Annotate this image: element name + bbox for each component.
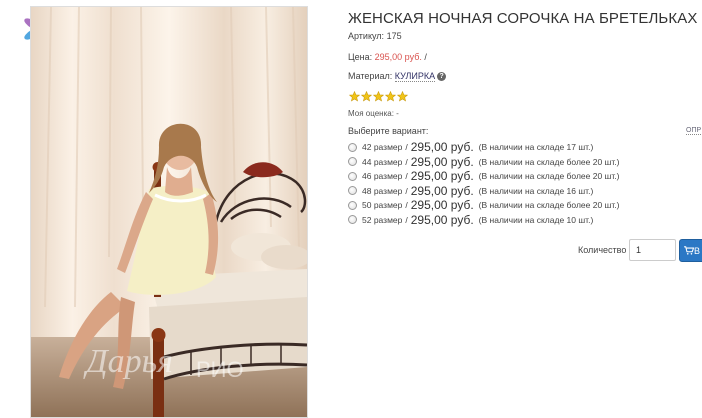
variant-price: 295,00 руб. [410, 212, 474, 227]
price-label: Цена: [348, 52, 373, 62]
buy-button[interactable]: В [679, 239, 702, 262]
variant-price: 295,00 руб. [410, 198, 474, 213]
product-photo[interactable]: Дарья РИО [30, 6, 308, 418]
variant-price: 295,00 руб. [410, 183, 474, 198]
star-icon[interactable] [397, 91, 408, 102]
quantity-label: Количество [578, 245, 627, 255]
variant-option[interactable]: 46 размер / 295,00 руб. (В наличии на ск… [348, 169, 620, 184]
variant-separator: / [405, 214, 408, 225]
variant-price: 295,00 руб. [410, 140, 474, 155]
cart-icon [684, 246, 694, 255]
size-table-link[interactable]: ОПР [686, 127, 702, 135]
variant-radio[interactable] [348, 142, 357, 152]
rating-stars[interactable] [349, 91, 408, 102]
variant-stock: (В наличии на складе 16 шт.) [478, 185, 594, 196]
variant-size: 50 размер [362, 200, 403, 211]
variant-stock: (В наличии на складе 10 шт.) [478, 214, 594, 225]
price-row: Цена: 295,00 руб. / [348, 52, 427, 62]
variant-price: 295,00 руб. [410, 154, 474, 169]
variant-option[interactable]: 42 размер / 295,00 руб. (В наличии на ск… [348, 140, 620, 155]
help-icon[interactable]: ? [437, 72, 447, 82]
buy-button-label: В [694, 245, 701, 256]
variant-price: 295,00 руб. [410, 169, 474, 184]
variant-option[interactable]: 50 размер / 295,00 руб. (В наличии на ск… [348, 198, 620, 213]
variant-stock: (В наличии на складе более 20 шт.) [478, 171, 620, 182]
variant-separator: / [405, 185, 408, 196]
variant-separator: / [405, 171, 408, 182]
my-rating: Моя оценка: - [348, 109, 399, 118]
variant-option[interactable]: 52 размер / 295,00 руб. (В наличии на ск… [348, 213, 620, 228]
variant-size: 48 размер [362, 185, 403, 196]
svg-text:РИО: РИО [196, 357, 244, 382]
variant-separator: / [405, 200, 408, 211]
article-value: 175 [386, 31, 402, 41]
article-label: Артикул: [348, 31, 385, 41]
price-suffix: / [424, 52, 427, 62]
star-icon[interactable] [373, 91, 384, 102]
variant-size: 46 размер [362, 171, 403, 182]
variant-size: 52 размер [362, 214, 403, 225]
star-icon[interactable] [361, 91, 372, 102]
variant-list: 42 размер / 295,00 руб. (В наличии на ск… [348, 140, 620, 227]
choose-variant-label: Выберите вариант: [348, 126, 429, 136]
variant-stock: (В наличии на складе 17 шт.) [478, 142, 594, 153]
variant-option[interactable]: 48 размер / 295,00 руб. (В наличии на ск… [348, 184, 620, 199]
variant-radio[interactable] [348, 215, 357, 225]
variant-separator: / [405, 142, 408, 153]
variant-radio[interactable] [348, 157, 357, 167]
material-link[interactable]: КУЛИРКА [394, 71, 436, 82]
variant-size: 44 размер [362, 156, 403, 167]
material-row: Материал: КУЛИРКА? [348, 71, 447, 82]
star-icon[interactable] [349, 91, 360, 102]
variant-option[interactable]: 44 размер / 295,00 руб. (В наличии на ск… [348, 155, 620, 170]
quantity-input[interactable] [629, 239, 676, 261]
variant-radio[interactable] [348, 186, 357, 196]
article-row: Артикул: 175 [348, 31, 402, 41]
material-label: Материал: [348, 71, 393, 81]
price-value: 295,00 руб. [374, 52, 422, 62]
svg-text:Дарья: Дарья [83, 343, 173, 380]
variant-separator: / [405, 156, 408, 167]
star-icon[interactable] [385, 91, 396, 102]
variant-stock: (В наличии на складе более 20 шт.) [478, 200, 620, 211]
variant-radio[interactable] [348, 200, 357, 210]
product-title: ЖЕНСКАЯ НОЧНАЯ СОРОЧКА НА БРЕТЕЛЬКАХ [348, 10, 698, 27]
variant-radio[interactable] [348, 171, 357, 181]
variant-stock: (В наличии на складе более 20 шт.) [478, 156, 620, 167]
variant-size: 42 размер [362, 142, 403, 153]
